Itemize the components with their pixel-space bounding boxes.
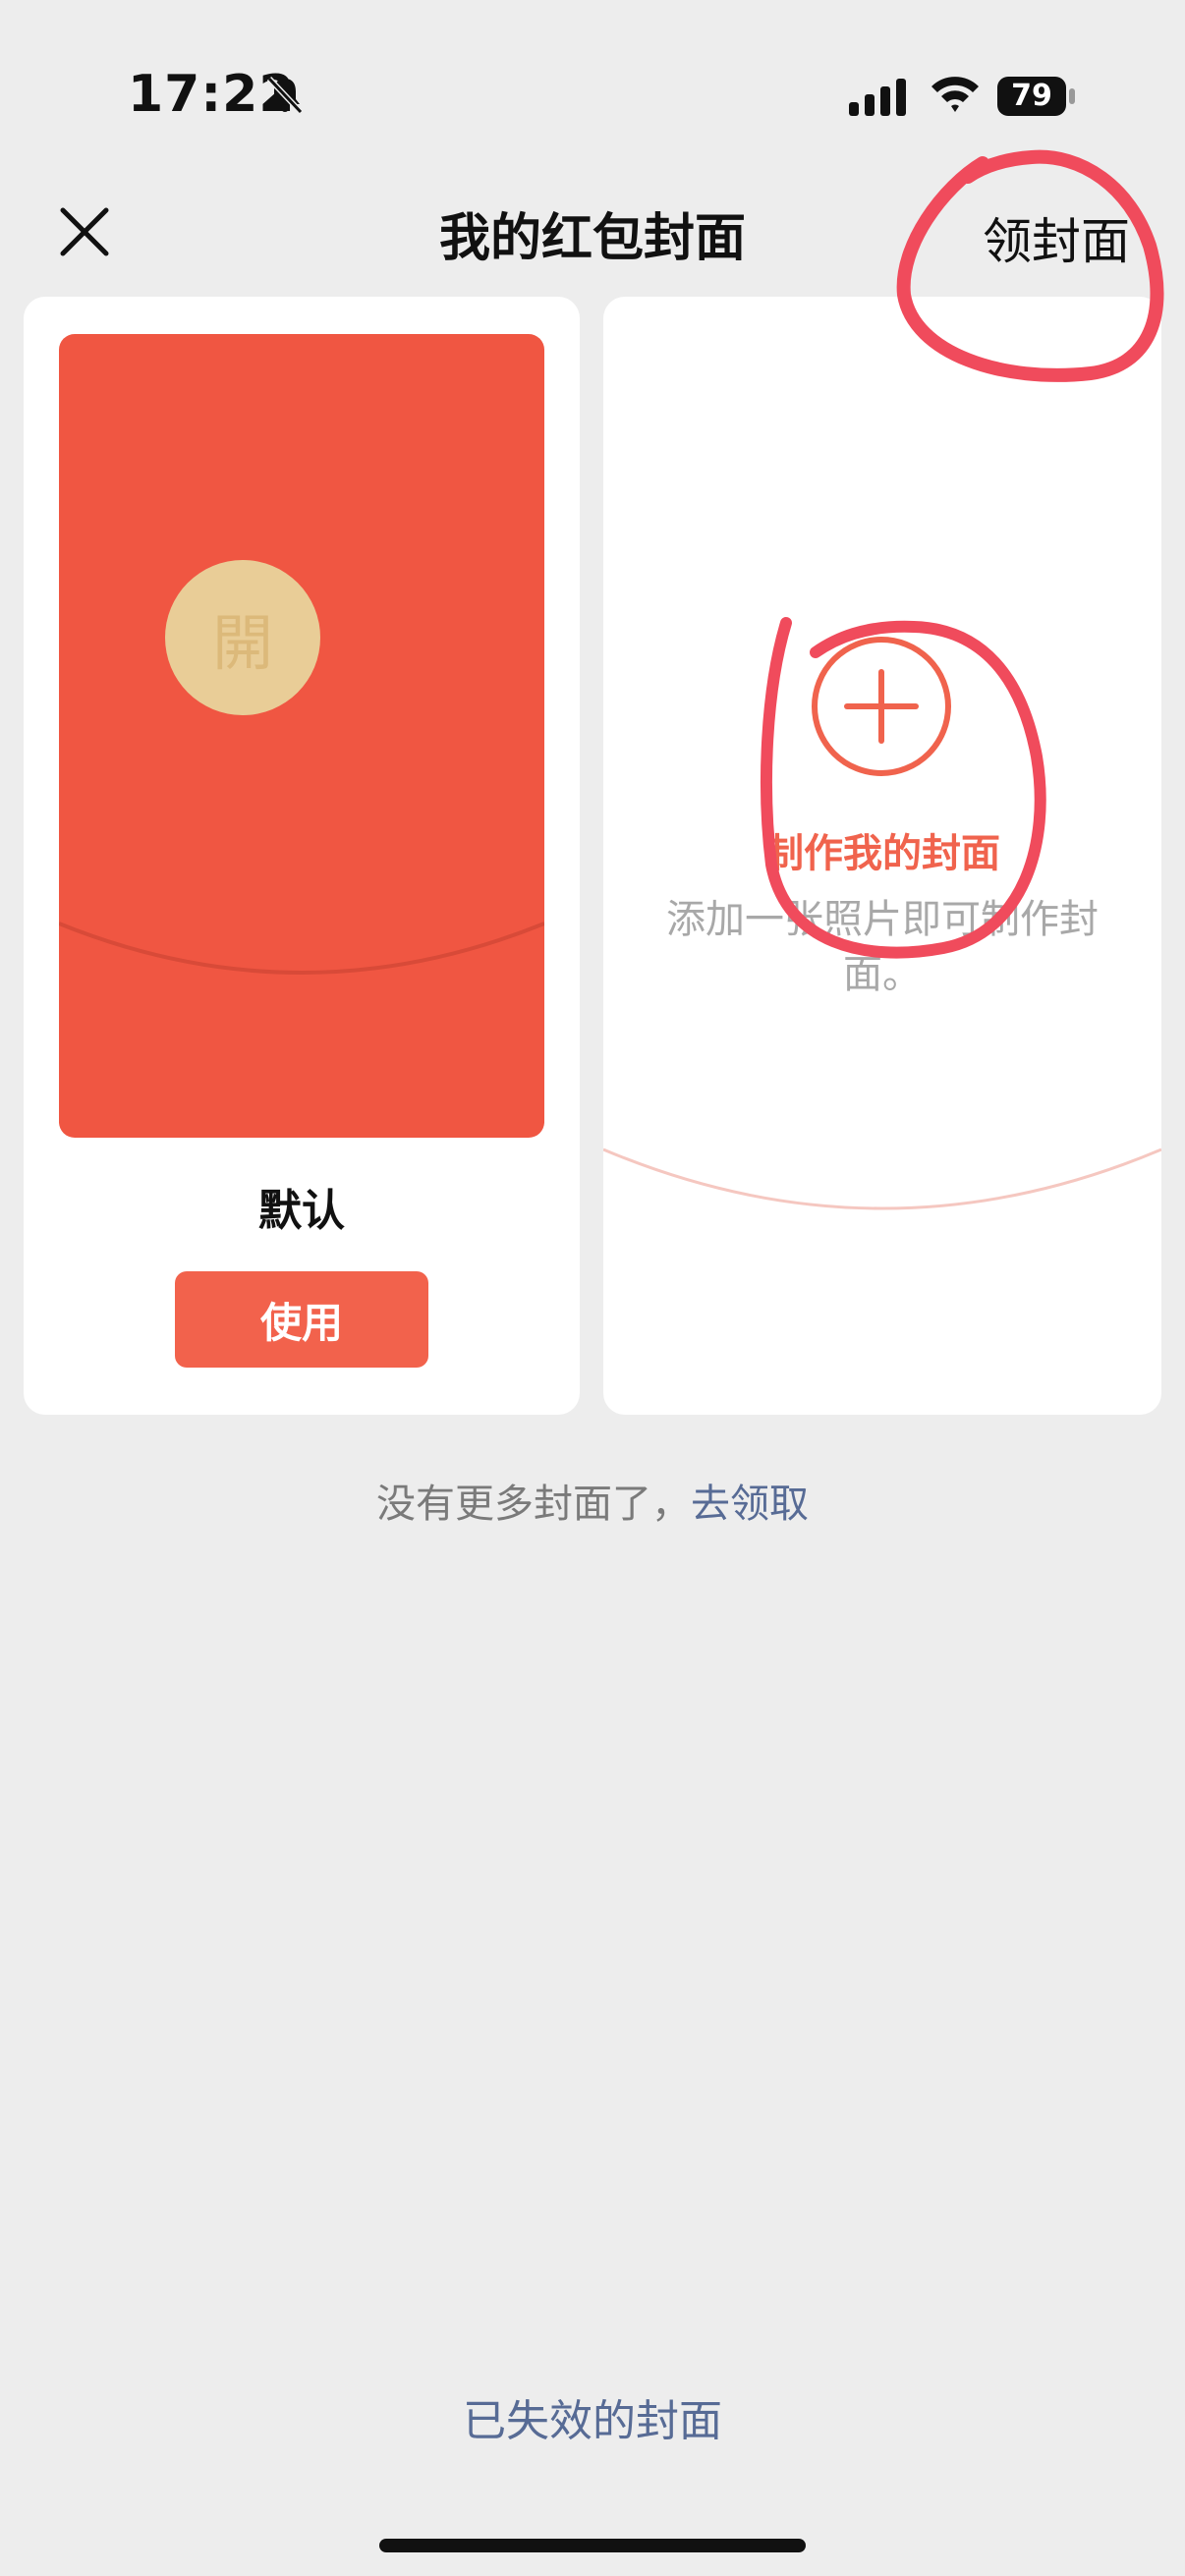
make-cover-title[interactable]: 制作我的封面 <box>603 821 1161 878</box>
use-button[interactable]: 使用 <box>175 1271 428 1368</box>
expired-covers-link[interactable]: 已失效的封面 <box>0 2385 1185 2448</box>
red-envelope-preview <box>59 334 544 1138</box>
envelope-seal: 開 <box>165 560 320 715</box>
battery-level: 79 <box>1011 79 1052 113</box>
cellular-signal-icon <box>849 79 906 116</box>
default-cover-label: 默认 <box>258 1186 345 1236</box>
plus-circle-icon[interactable] <box>810 635 953 778</box>
battery-icon: 79 <box>996 75 1077 118</box>
bell-muted-icon <box>266 76 304 115</box>
envelope-flap-line <box>603 1148 1161 1210</box>
wifi-icon <box>931 77 979 112</box>
go-claim-link[interactable]: 去领取 <box>691 1482 809 1527</box>
make-cover-description: 添加一张照片即可制作封面。 <box>666 897 1099 997</box>
get-cover-link[interactable]: 领封面 <box>983 202 1130 273</box>
home-indicator <box>379 2539 806 2552</box>
no-more-label: 没有更多封面了， <box>376 1482 691 1527</box>
no-more-covers-text: 没有更多封面了，去领取 <box>0 1472 1185 1529</box>
